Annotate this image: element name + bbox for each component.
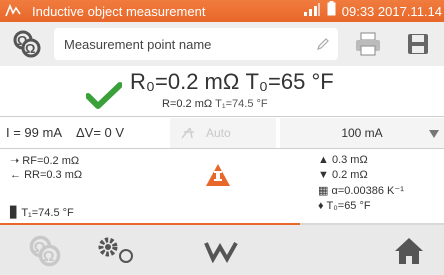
inductive-object-icon[interactable]: Ω Ω [0, 22, 54, 66]
svg-text:Ω: Ω [43, 249, 55, 265]
divider [0, 148, 444, 149]
calculator-icon: ▦ [318, 185, 332, 197]
thermometer-icon: ▊ [10, 207, 22, 219]
check-icon [85, 82, 123, 115]
t0-value: T₀=65 °F [326, 200, 371, 212]
arrow-down-icon: ▼ [318, 169, 332, 181]
auto-icon [180, 126, 200, 143]
r-value: R=0.2 mΩ [162, 98, 213, 110]
auto-label: Auto [206, 126, 231, 140]
alpha-readout: ▦ α=0.00386 K⁻¹ [318, 184, 404, 197]
measurement-tab-button[interactable]: Ω Ω [20, 225, 70, 275]
rr-readout: ← RR=0.3 mΩ [10, 169, 82, 181]
main-result: R₀=0.2 mΩ T₀=65 °F [130, 69, 334, 95]
rf-readout: ➝ RF=0.2 mΩ [10, 154, 79, 167]
inductive-object-icon: Ω Ω [29, 235, 61, 267]
battery-icon [327, 1, 336, 21]
t1-value: T₁=74.5 °F [21, 207, 74, 219]
arrow-up-icon: ▲ [318, 154, 332, 166]
t0-value: T₀=65 °F [245, 69, 334, 94]
test-current-select[interactable]: 100 mA [280, 118, 444, 148]
r0-value: R₀=0.2 mΩ [130, 69, 240, 94]
chevron-down-icon [428, 128, 440, 142]
rr-value: RR=0.3 mΩ [24, 169, 83, 181]
divider [0, 116, 444, 117]
r-up-readout: ▲ 0.3 mΩ [318, 154, 368, 166]
signal-icon [303, 2, 321, 21]
params-row: I = 99 mA ΔV= 0 V Auto 100 mA [0, 118, 444, 148]
status-bar: Inductive object measurement 09:33 2017.… [0, 0, 444, 22]
print-button[interactable] [348, 22, 388, 66]
details-panel: ➝ RF=0.2 mΩ ← RR=0.3 mΩ ▊ T₁=74.5 °F ▲ 0… [0, 150, 444, 222]
app-logo-icon [0, 0, 26, 22]
auto-button[interactable]: Auto [170, 118, 276, 148]
result-panel: R₀=0.2 mΩ T₀=65 °F R=0.2 mΩ T₁=74.5 °F [0, 66, 444, 116]
r-up-value: 0.3 mΩ [331, 154, 368, 166]
settings-icon [98, 237, 133, 263]
window-title: Inductive object measurement [32, 3, 206, 19]
arrow-right-icon: ➝ [10, 155, 23, 167]
alpha-value: α=0.00386 K⁻¹ [331, 185, 404, 197]
current-readout: I = 99 mA [6, 125, 62, 140]
graph-icon [204, 242, 238, 263]
t0-readout: ♦ T₀=65 °F [318, 200, 371, 212]
r-down-readout: ▼ 0.2 mΩ [318, 169, 368, 181]
save-icon [408, 34, 428, 54]
current-select-value: 100 mA [341, 126, 383, 140]
measurement-point-name-field[interactable]: Measurement point name [54, 28, 338, 60]
settings-button[interactable] [86, 225, 146, 275]
home-button[interactable] [384, 225, 434, 275]
arrow-left-icon: ← [10, 169, 25, 181]
rf-value: RF=0.2 mΩ [22, 155, 80, 167]
voltage-drop-readout: ΔV= 0 V [76, 125, 125, 140]
toolbar: Ω Ω Measurement point name [0, 22, 444, 66]
active-tab-indicator [0, 223, 300, 225]
pencil-icon[interactable] [316, 37, 330, 54]
svg-text:Ω: Ω [25, 41, 35, 56]
t1-readout: ▊ T₁=74.5 °F [10, 206, 74, 219]
t1-value: T₁=74.5 °F [215, 98, 268, 110]
sub-result: R=0.2 mΩ T₁=74.5 °F [162, 98, 268, 110]
bottom-bar: Ω Ω [0, 223, 444, 275]
r-down-value: 0.2 mΩ [331, 169, 368, 181]
clock: 09:33 2017.11.14 [341, 3, 442, 19]
graph-button[interactable] [196, 225, 246, 275]
home-icon [395, 238, 423, 264]
point-name-placeholder: Measurement point name [64, 36, 212, 52]
warning-icon [205, 163, 231, 190]
print-icon [356, 32, 380, 56]
save-button[interactable] [398, 22, 438, 66]
